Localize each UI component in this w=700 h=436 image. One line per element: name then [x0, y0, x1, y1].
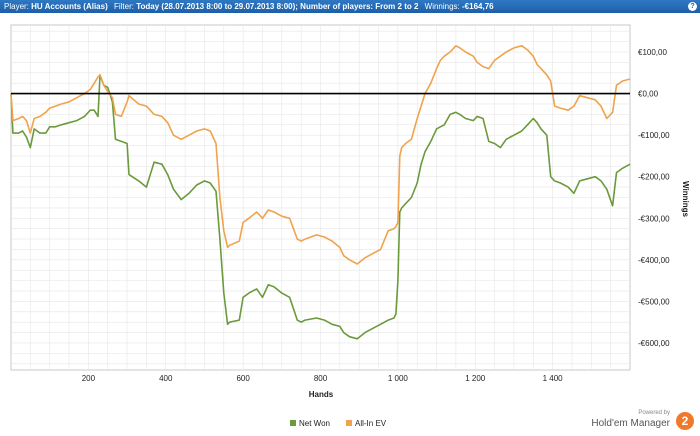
y-axis-label: Winnings — [681, 181, 690, 217]
legend-label: All-In EV — [355, 419, 387, 428]
branding: Powered by Hold'em Manager 2 — [576, 410, 696, 434]
question-icon[interactable]: ? — [688, 2, 697, 11]
legend-swatch — [290, 420, 296, 426]
x-tick-label: 400 — [159, 374, 173, 383]
filter-value: Today (28.07.2013 8:00 to 29.07.2013 8:0… — [136, 2, 419, 11]
filter-label: Filter: — [113, 2, 134, 11]
y-tick-label: -€400,00 — [638, 256, 670, 265]
hem2-logo-icon: 2 — [676, 412, 694, 430]
winnings-value: -€164,76 — [462, 2, 494, 11]
x-tick-label: 1 400 — [543, 374, 564, 383]
x-tick-label: 800 — [314, 374, 328, 383]
player-value: HU Accounts (Alias) — [31, 2, 108, 11]
y-tick-label: -€200,00 — [638, 173, 670, 182]
x-axis-label: Hands — [309, 390, 334, 399]
y-tick-label: -€100,00 — [638, 131, 670, 140]
legend-label: Net Won — [299, 419, 330, 428]
winnings-label: Winnings: — [424, 2, 460, 11]
title-bar: Player: HU Accounts (Alias) Filter: Toda… — [0, 0, 700, 13]
y-tick-label: -€500,00 — [638, 297, 670, 306]
winnings-graph: 200 400 600 800 1 000 1 200 1 400 €100,00 €0,00 -… — [10, 24, 690, 428]
legend-swatch — [346, 420, 352, 426]
y-tick-label: -€600,00 — [638, 339, 670, 348]
y-tick-label: €100,00 — [638, 48, 667, 57]
y-tick-label: -€300,00 — [638, 214, 670, 223]
product-name: Hold'em Manager — [591, 418, 670, 429]
x-tick-label: 1 200 — [465, 374, 486, 383]
powered-by-text: Powered by — [638, 410, 670, 416]
x-tick-label: 600 — [236, 374, 250, 383]
x-tick-label: 200 — [82, 374, 96, 383]
x-tick-label: 1 000 — [388, 374, 409, 383]
chart-legend: Net Won All-In EV — [290, 419, 387, 428]
player-label: Player: — [4, 2, 29, 11]
y-tick-label: €0,00 — [638, 90, 659, 99]
